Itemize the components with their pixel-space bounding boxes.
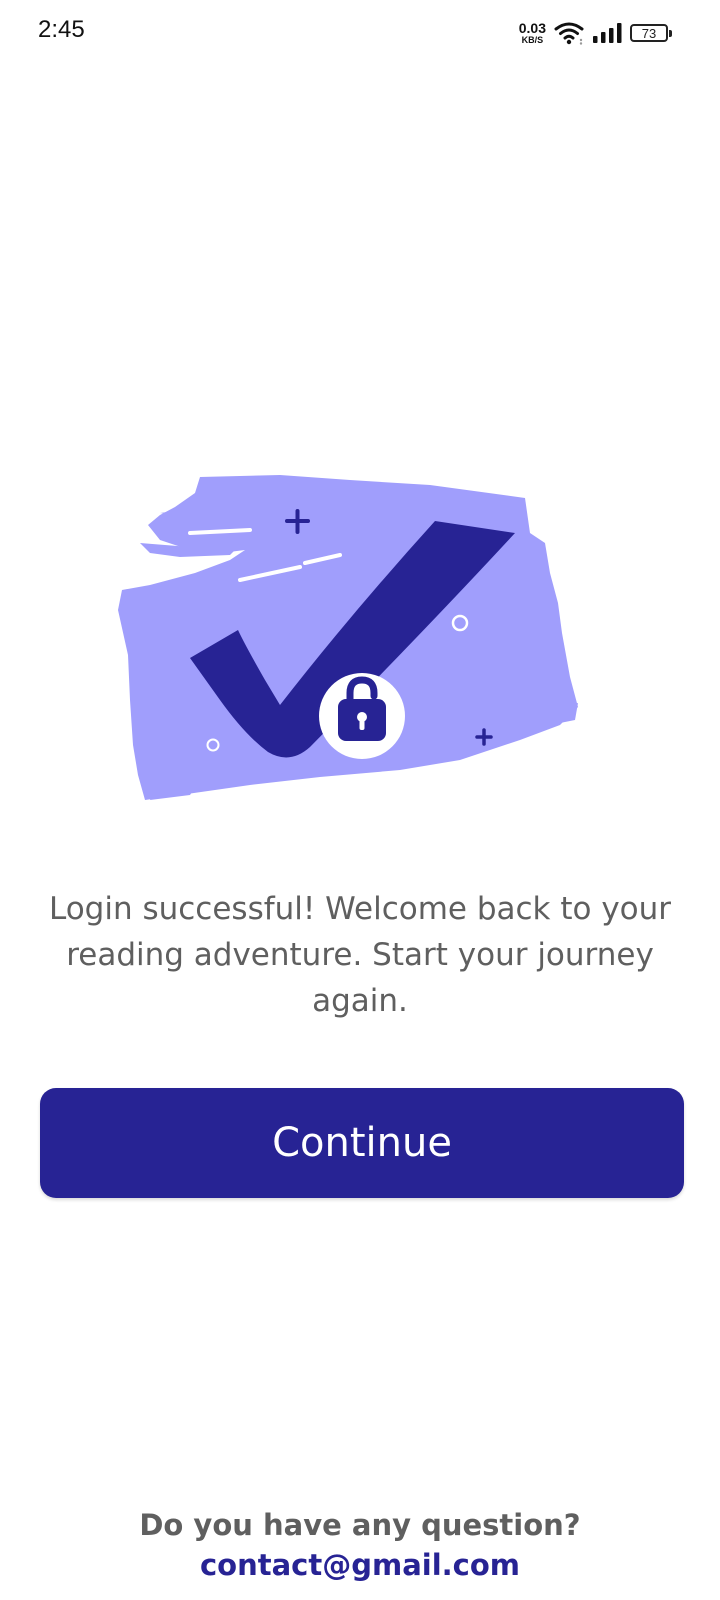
wifi-icon — [554, 22, 584, 45]
battery-icon: 73 — [630, 24, 672, 42]
network-speed: 0.03 KB/S — [519, 21, 546, 45]
status-icons: 0.03 KB/S 73 — [519, 18, 672, 48]
network-speed-unit: KB/S — [521, 35, 544, 45]
battery-level: 73 — [641, 25, 657, 41]
login-success-illustration — [118, 475, 578, 800]
status-bar: 2:45 0.03 KB/S 73 — [0, 0, 720, 64]
network-speed-value: 0.03 — [518, 20, 546, 36]
signal-icon — [593, 23, 622, 43]
continue-button[interactable]: Continue — [40, 1088, 684, 1198]
help-question: Do you have any question? — [139, 1508, 581, 1542]
footer: Do you have any question? contact@gmail.… — [0, 1505, 720, 1585]
success-message: Login successful! Welcome back to your r… — [48, 891, 672, 1019]
status-time: 2:45 — [38, 16, 85, 43]
unlock-badge — [319, 673, 405, 759]
login-success-screen: 2:45 0.03 KB/S 73 Login successful! Welc… — [0, 0, 720, 1600]
contact-email-link[interactable]: contact@gmail.com — [200, 1545, 520, 1585]
